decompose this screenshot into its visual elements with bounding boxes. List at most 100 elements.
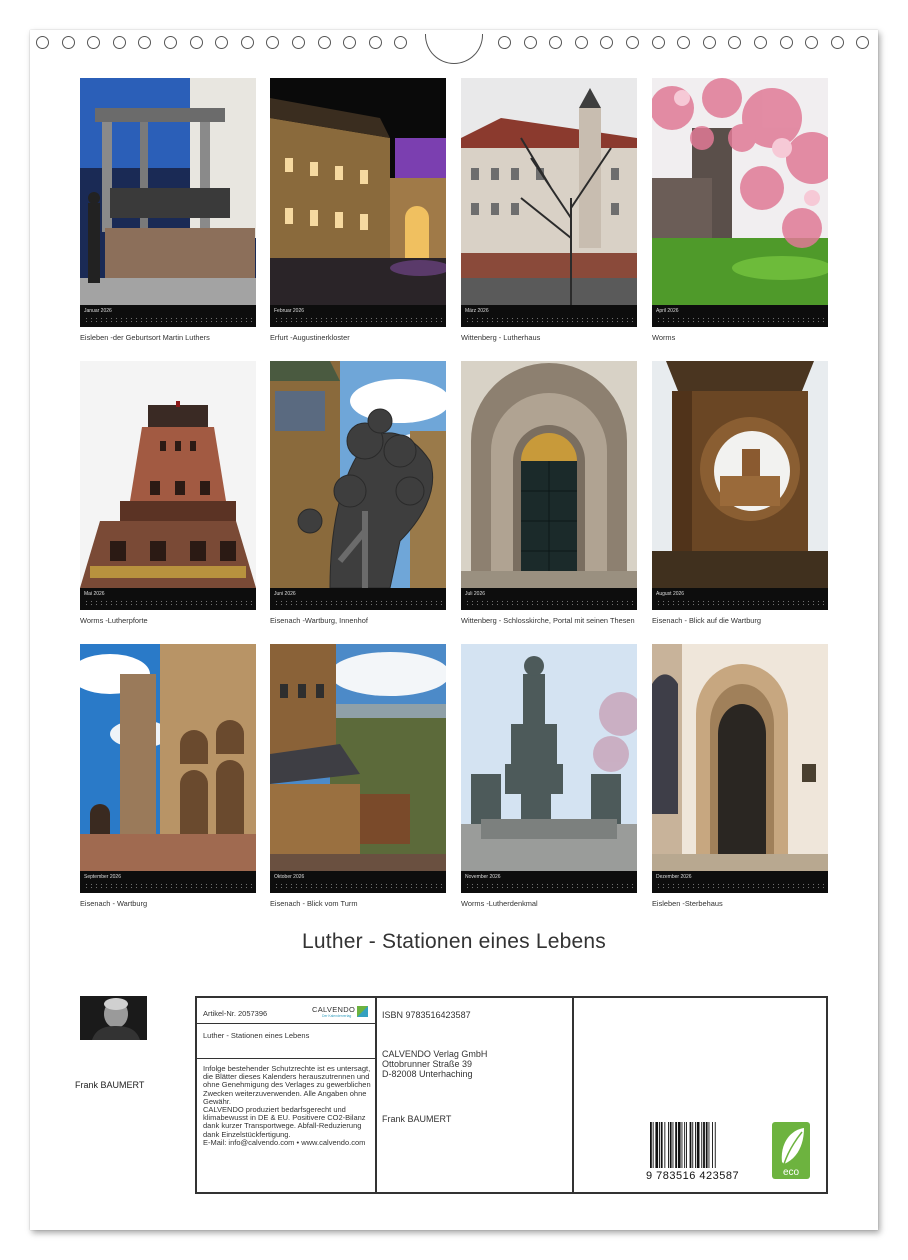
imprint-column-barcode: 9 783516 423587 eco <box>574 998 826 1192</box>
isbn: ISBN 9783516423587 <box>382 1010 471 1020</box>
month-label: Mai 2026 <box>84 591 105 597</box>
day-grid <box>84 317 252 323</box>
binding-ring <box>240 36 254 49</box>
title-row: Luther - Stationen eines Lebens <box>197 1025 375 1059</box>
calvendo-logo-text: CALVENDO <box>312 1005 356 1014</box>
binding-ring <box>830 36 844 49</box>
photo-eisleben-deathhouse <box>652 644 828 871</box>
binding-ring <box>498 36 511 49</box>
barcode-bar <box>708 1122 710 1168</box>
binding-ring <box>189 36 203 49</box>
month-strip: März 2026 <box>461 305 637 327</box>
photo-worms-lutherpforte <box>80 361 256 588</box>
binding-ring <box>549 36 563 49</box>
barcode-bar <box>712 1122 713 1168</box>
photo-caption: Wittenberg - Lutherhaus <box>461 333 541 342</box>
photo-caption: Worms <box>652 333 676 342</box>
day-grid <box>465 883 633 889</box>
binding-ring <box>164 36 177 49</box>
month-strip: November 2026 <box>461 871 637 893</box>
binding-ring <box>368 36 382 49</box>
binding-ring <box>523 36 537 49</box>
eco-leaf-icon: eco <box>772 1122 810 1179</box>
binding-ring <box>677 36 691 49</box>
barcode-bar <box>668 1122 669 1168</box>
photo-caption: Worms -Lutherpforte <box>80 616 148 625</box>
barcode-bar <box>675 1122 677 1168</box>
month-label: August 2026 <box>656 591 685 597</box>
photo-caption: Eisleben -der Geburtsort Martin Luthers <box>80 333 210 342</box>
photo-wartburg-arcade <box>80 644 256 871</box>
barcode-bar <box>692 1122 694 1168</box>
article-row: Artikel-Nr. 2057396 CALVENDO Der Kalende… <box>197 998 375 1024</box>
photo-erfurt-monastery <box>270 78 446 305</box>
binding-ring <box>343 36 357 49</box>
photo-wartburg-courtyard <box>270 361 446 588</box>
day-grid <box>656 317 824 323</box>
imprint-author: Frank BAUMERT <box>382 1114 452 1124</box>
calendar-title: Luther - Stationen eines Lebens <box>302 930 606 953</box>
month-strip: Januar 2026 <box>80 305 256 327</box>
eco-badge: eco <box>772 1122 810 1179</box>
day-grid <box>656 883 824 889</box>
barcode-bar <box>696 1122 700 1168</box>
month-label: Juni 2026 <box>274 591 296 597</box>
photo-caption: Erfurt -Augustinerkloster <box>270 333 350 342</box>
legal-line: Infolge bestehender Schutzrechte ist es … <box>203 1064 371 1106</box>
calendar-back-sheet: Januar 2026 Eisleben -der Geburtsort Mar… <box>30 30 878 1230</box>
binding-ring <box>394 36 408 49</box>
barcode-bar <box>650 1122 652 1168</box>
binding-ring <box>317 36 331 49</box>
binding-ring <box>574 36 588 49</box>
binding-ring <box>292 36 305 49</box>
imprint-title: Luther - Stationen eines Lebens <box>203 1031 310 1040</box>
binding-ring <box>61 36 75 49</box>
barcode-bar <box>684 1122 686 1168</box>
month-label: Juli 2026 <box>465 591 486 597</box>
author-portrait-icon <box>80 996 147 1040</box>
month-strip: September 2026 <box>80 871 256 893</box>
imprint-box: Artikel-Nr. 2057396 CALVENDO Der Kalende… <box>195 996 828 1194</box>
month-strip: August 2026 <box>652 588 828 610</box>
barcode-bar <box>655 1122 659 1168</box>
eco-label: eco <box>783 1167 800 1178</box>
month-label: Januar 2026 <box>84 308 112 314</box>
month-strip: Juni 2026 <box>270 588 446 610</box>
binding-ring <box>626 36 639 49</box>
binding-ring <box>600 36 614 49</box>
month-label: Dezember 2026 <box>656 874 692 880</box>
barcode-bar <box>689 1122 692 1168</box>
photo-caption: Eisenach - Blick auf die Wartburg <box>652 616 761 625</box>
barcode-bar <box>652 1122 654 1168</box>
binding-ring <box>779 36 793 49</box>
photo-caption: Eisleben -Sterbehaus <box>652 899 723 908</box>
month-label: März 2026 <box>465 308 489 314</box>
binding-ring <box>266 36 280 49</box>
binding-ring <box>728 36 742 49</box>
legal-line: CALVENDO produziert bedarfsgerecht und k… <box>203 1105 366 1139</box>
binding-ring <box>87 36 101 49</box>
month-strip: Februar 2026 <box>270 305 446 327</box>
binding-ring <box>112 36 126 49</box>
publisher-address: CALVENDO Verlag GmbH Ottobrunner Straße … <box>382 1049 487 1079</box>
day-grid <box>274 600 442 606</box>
photo-eisleben-birthplace <box>80 78 256 305</box>
photo-caption: Wittenberg - Schlosskirche, Portal mit s… <box>461 616 635 625</box>
binding-ring <box>856 36 870 49</box>
barcode-bar <box>664 1122 666 1168</box>
barcode-bar <box>669 1122 672 1168</box>
month-label: April 2026 <box>656 308 679 314</box>
barcode-bar <box>677 1122 681 1168</box>
barcode-bar <box>714 1122 716 1168</box>
publisher-line: D-82008 Unterhaching <box>382 1069 473 1079</box>
barcode-bar <box>701 1122 703 1168</box>
month-strip: April 2026 <box>652 305 828 327</box>
day-grid <box>656 600 824 606</box>
photo-wartburg-view <box>652 361 828 588</box>
day-grid <box>84 883 252 889</box>
binding-ring <box>651 36 665 49</box>
hanger-hook-icon <box>425 34 483 64</box>
photo-wittenberg-lutherhaus <box>461 78 637 305</box>
publisher-line: Ottobrunner Straße 39 <box>382 1059 473 1069</box>
barcode-digits: 9 783516 423587 <box>646 1170 740 1182</box>
